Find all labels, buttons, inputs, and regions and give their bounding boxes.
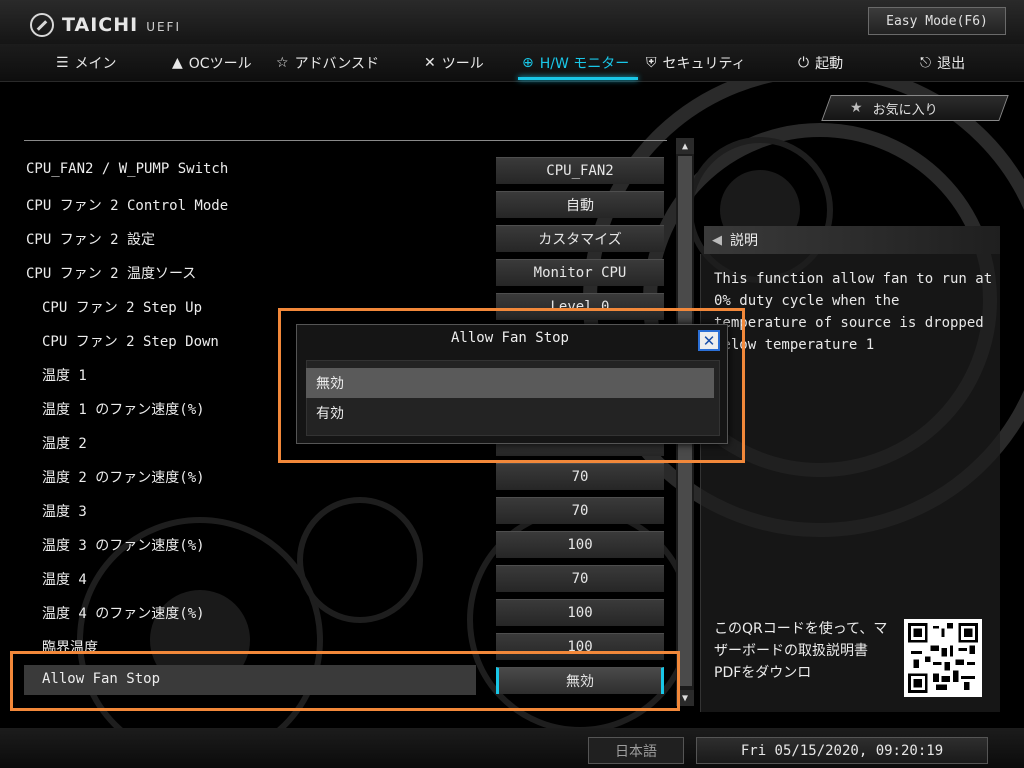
setting-value[interactable]: CPU_FAN2 — [496, 157, 664, 184]
tab-main[interactable]: ☰ メイン — [56, 44, 117, 82]
setting-row[interactable]: 温度 2 のファン速度(%) 70 — [24, 461, 667, 491]
taichi-logo: TAICHI UEFI — [30, 12, 181, 38]
setting-label: CPU_FAN2 / W_PUMP Switch — [26, 161, 229, 177]
description-text: This function allow fan to run at 0% dut… — [714, 271, 993, 353]
setting-value[interactable]: 70 — [496, 463, 664, 490]
setting-value[interactable]: 100 — [496, 599, 664, 626]
tab-label: 退出 — [937, 56, 966, 72]
qr-instructions: このQRコードを使って、マザーボードの取扱説明書PDFをダウンロ — [714, 621, 888, 681]
active-tab-indicator — [518, 77, 638, 80]
setting-row[interactable]: 温度 4 のファン速度(%) 100 — [24, 597, 667, 627]
tab-boot[interactable]: ⏻ 起動 — [798, 44, 843, 82]
description-title: 説明 — [730, 233, 758, 249]
description-header: ◀ 説明 — [704, 226, 1000, 254]
star-icon: ★ — [850, 100, 863, 116]
setting-row[interactable]: CPU ファン 2 設定 カスタマイズ — [24, 223, 667, 253]
setting-label: 温度 2 のファン速度(%) — [42, 470, 205, 486]
setting-row[interactable]: 温度 3 70 — [24, 495, 667, 525]
tab-tools[interactable]: ✕ ツール — [424, 44, 484, 82]
setting-label: 温度 2 — [42, 436, 87, 452]
setting-label: CPU ファン 2 Step Up — [42, 300, 203, 316]
shield-icon: ⛨ — [646, 55, 657, 71]
tab-label: アドバンスド — [294, 56, 379, 72]
setting-value[interactable]: 70 — [496, 565, 664, 592]
tab-exit[interactable]: ⎋ 退出 — [920, 44, 965, 82]
favorites-label-group[interactable]: ★ お気に入り — [850, 95, 938, 121]
logo-text: TAICHI — [62, 14, 139, 36]
tab-label: H/W モニター — [539, 56, 630, 72]
list-icon: ☰ — [56, 55, 69, 71]
setting-label: CPU ファン 2 Step Down — [42, 334, 219, 350]
scroll-up-arrow-icon[interactable]: ▲ — [676, 138, 694, 154]
setting-label: 温度 1 — [42, 368, 87, 384]
tab-advanced[interactable]: ☆ アドバンスド — [276, 44, 379, 82]
language-button[interactable]: 日本語 — [588, 737, 684, 764]
star-icon: ☆ — [276, 55, 289, 71]
setting-value[interactable]: カスタマイズ — [496, 225, 664, 252]
tab-label: セキュリティ — [662, 56, 746, 72]
setting-value[interactable]: Monitor CPU — [496, 259, 664, 286]
tab-security[interactable]: ⛨ セキュリティ — [646, 44, 746, 82]
rocket-icon: ▲ — [172, 55, 183, 71]
tools-icon: ✕ — [424, 55, 436, 71]
logo-subtext: UEFI — [146, 20, 181, 34]
list-divider — [24, 140, 667, 141]
description-icon: ◀ — [712, 232, 722, 248]
setting-label: CPU ファン 2 温度ソース — [26, 266, 197, 282]
setting-label: CPU ファン 2 Control Mode — [26, 198, 229, 214]
dialog-highlight-frame — [278, 308, 745, 463]
setting-label: 温度 3 のファン速度(%) — [42, 538, 205, 554]
setting-label: 温度 4 のファン速度(%) — [42, 606, 205, 622]
setting-label: 温度 1 のファン速度(%) — [42, 402, 205, 418]
tab-oc-tools[interactable]: ▲ OCツール — [172, 44, 252, 82]
setting-row[interactable]: CPU ファン 2 温度ソース Monitor CPU — [24, 257, 667, 287]
easy-mode-button[interactable]: Easy Mode(F6) — [868, 7, 1006, 35]
favorites-label: お気に入り — [872, 102, 938, 118]
setting-label: CPU ファン 2 設定 — [26, 232, 156, 248]
crosshair-icon: ⊕ — [522, 55, 534, 71]
tab-label: メイン — [74, 56, 117, 72]
qr-code-icon — [904, 619, 982, 697]
setting-label: 温度 3 — [42, 504, 87, 520]
setting-value[interactable]: 70 — [496, 497, 664, 524]
datetime-display: Fri 05/15/2020, 09:20:19 — [696, 737, 988, 764]
setting-row[interactable]: 温度 4 70 — [24, 563, 667, 593]
setting-row[interactable]: CPU_FAN2 / W_PUMP Switch CPU_FAN2 — [24, 155, 667, 185]
tab-label: ツール — [441, 56, 484, 72]
exit-icon: ⎋ — [920, 55, 932, 71]
tab-label: 起動 — [815, 56, 844, 72]
setting-row[interactable]: 温度 3 のファン速度(%) 100 — [24, 529, 667, 559]
tab-label: OCツール — [188, 56, 252, 72]
taichi-logo-icon — [30, 13, 54, 37]
selected-row-highlight-frame — [10, 651, 680, 711]
top-bar: TAICHI UEFI Easy Mode(F6) — [0, 0, 1024, 44]
setting-value[interactable]: 100 — [496, 531, 664, 558]
main-nav: ☰ メイン ▲ OCツール ☆ アドバンスド ✕ ツール ⊕ H/W モニター … — [0, 44, 1024, 82]
setting-row[interactable]: CPU ファン 2 Control Mode 自動 — [24, 189, 667, 219]
power-icon: ⏻ — [798, 55, 810, 71]
setting-value[interactable]: 自動 — [496, 191, 664, 218]
setting-label: 温度 4 — [42, 572, 87, 588]
